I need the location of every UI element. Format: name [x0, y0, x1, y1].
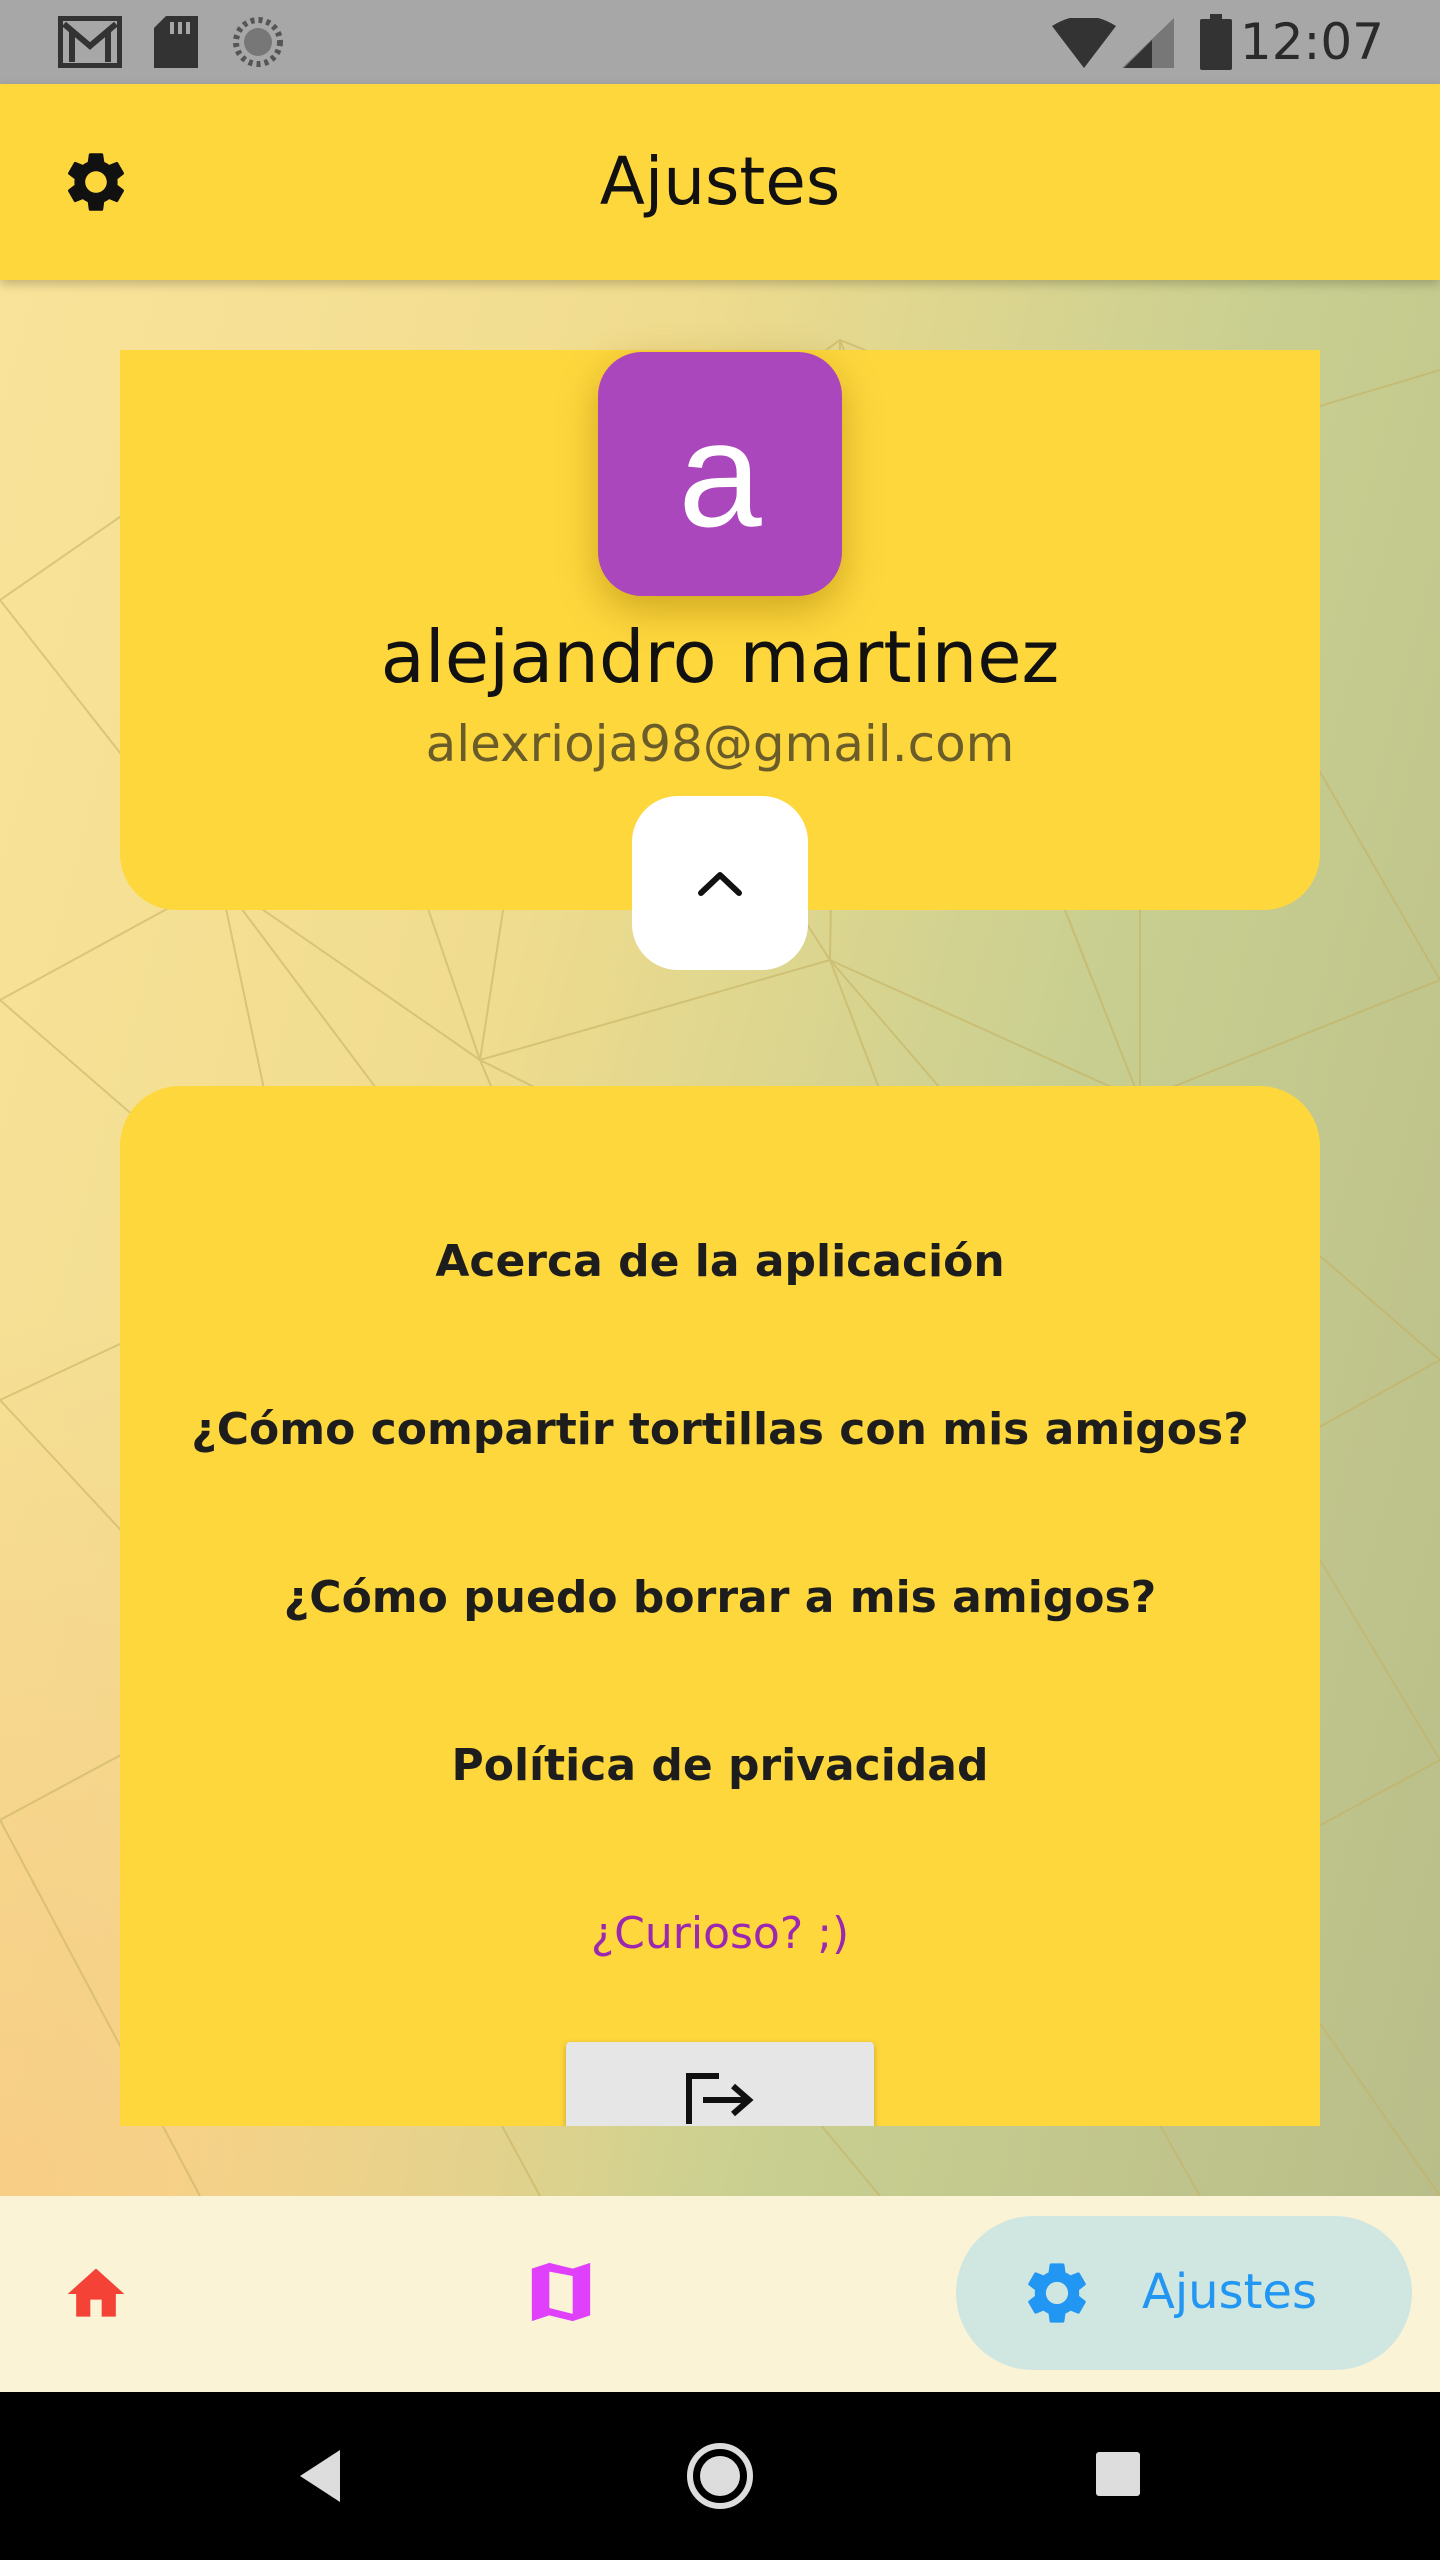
gear-icon	[1028, 2263, 1086, 2323]
logout-icon	[686, 2073, 754, 2124]
sync-icon	[233, 17, 283, 67]
bottom-navigation: Ajustes	[0, 2196, 1440, 2392]
signal-icon	[1122, 18, 1174, 68]
recents-icon[interactable]	[1096, 2452, 1140, 2496]
back-icon[interactable]	[296, 2448, 344, 2504]
chevron-up-icon	[698, 872, 742, 896]
menu-item-privacy-policy[interactable]: Política de privacidad	[120, 1736, 1320, 1796]
menu-item-share-tortillas[interactable]: ¿Cómo compartir tortillas con mis amigos…	[120, 1400, 1320, 1460]
system-navigation-bar	[0, 2392, 1440, 2560]
status-time: 12:07	[1239, 13, 1384, 71]
gmail-icon	[58, 16, 122, 68]
wifi-icon	[1052, 18, 1116, 68]
map-icon[interactable]	[526, 2256, 596, 2328]
battery-icon	[1200, 14, 1232, 70]
nav-settings-label: Ajustes	[1142, 2264, 1317, 2320]
home-button-icon[interactable]	[686, 2442, 754, 2510]
menu-item-about[interactable]: Acerca de la aplicación	[120, 1232, 1320, 1292]
profile-email: alexrioja98@gmail.com	[425, 715, 1015, 773]
profile-name: alejandro martinez	[380, 615, 1060, 699]
settings-menu-card: Acerca de la aplicación ¿Cómo compartir …	[120, 1086, 1320, 2126]
nav-settings-tab[interactable]: Ajustes	[956, 2216, 1412, 2370]
home-icon[interactable]	[60, 2260, 132, 2328]
collapse-profile-button[interactable]	[632, 796, 808, 970]
sd-card-icon	[154, 16, 198, 68]
menu-item-delete-friends[interactable]: ¿Cómo puedo borrar a mis amigos?	[120, 1568, 1320, 1628]
page-title: Ajustes	[599, 143, 841, 220]
curious-link[interactable]: ¿Curioso? ;)	[120, 1904, 1320, 1964]
app-bar: Ajustes	[0, 84, 1440, 280]
status-bar: 12:07	[0, 0, 1440, 84]
logout-button[interactable]	[566, 2042, 874, 2126]
avatar: a	[598, 352, 842, 596]
